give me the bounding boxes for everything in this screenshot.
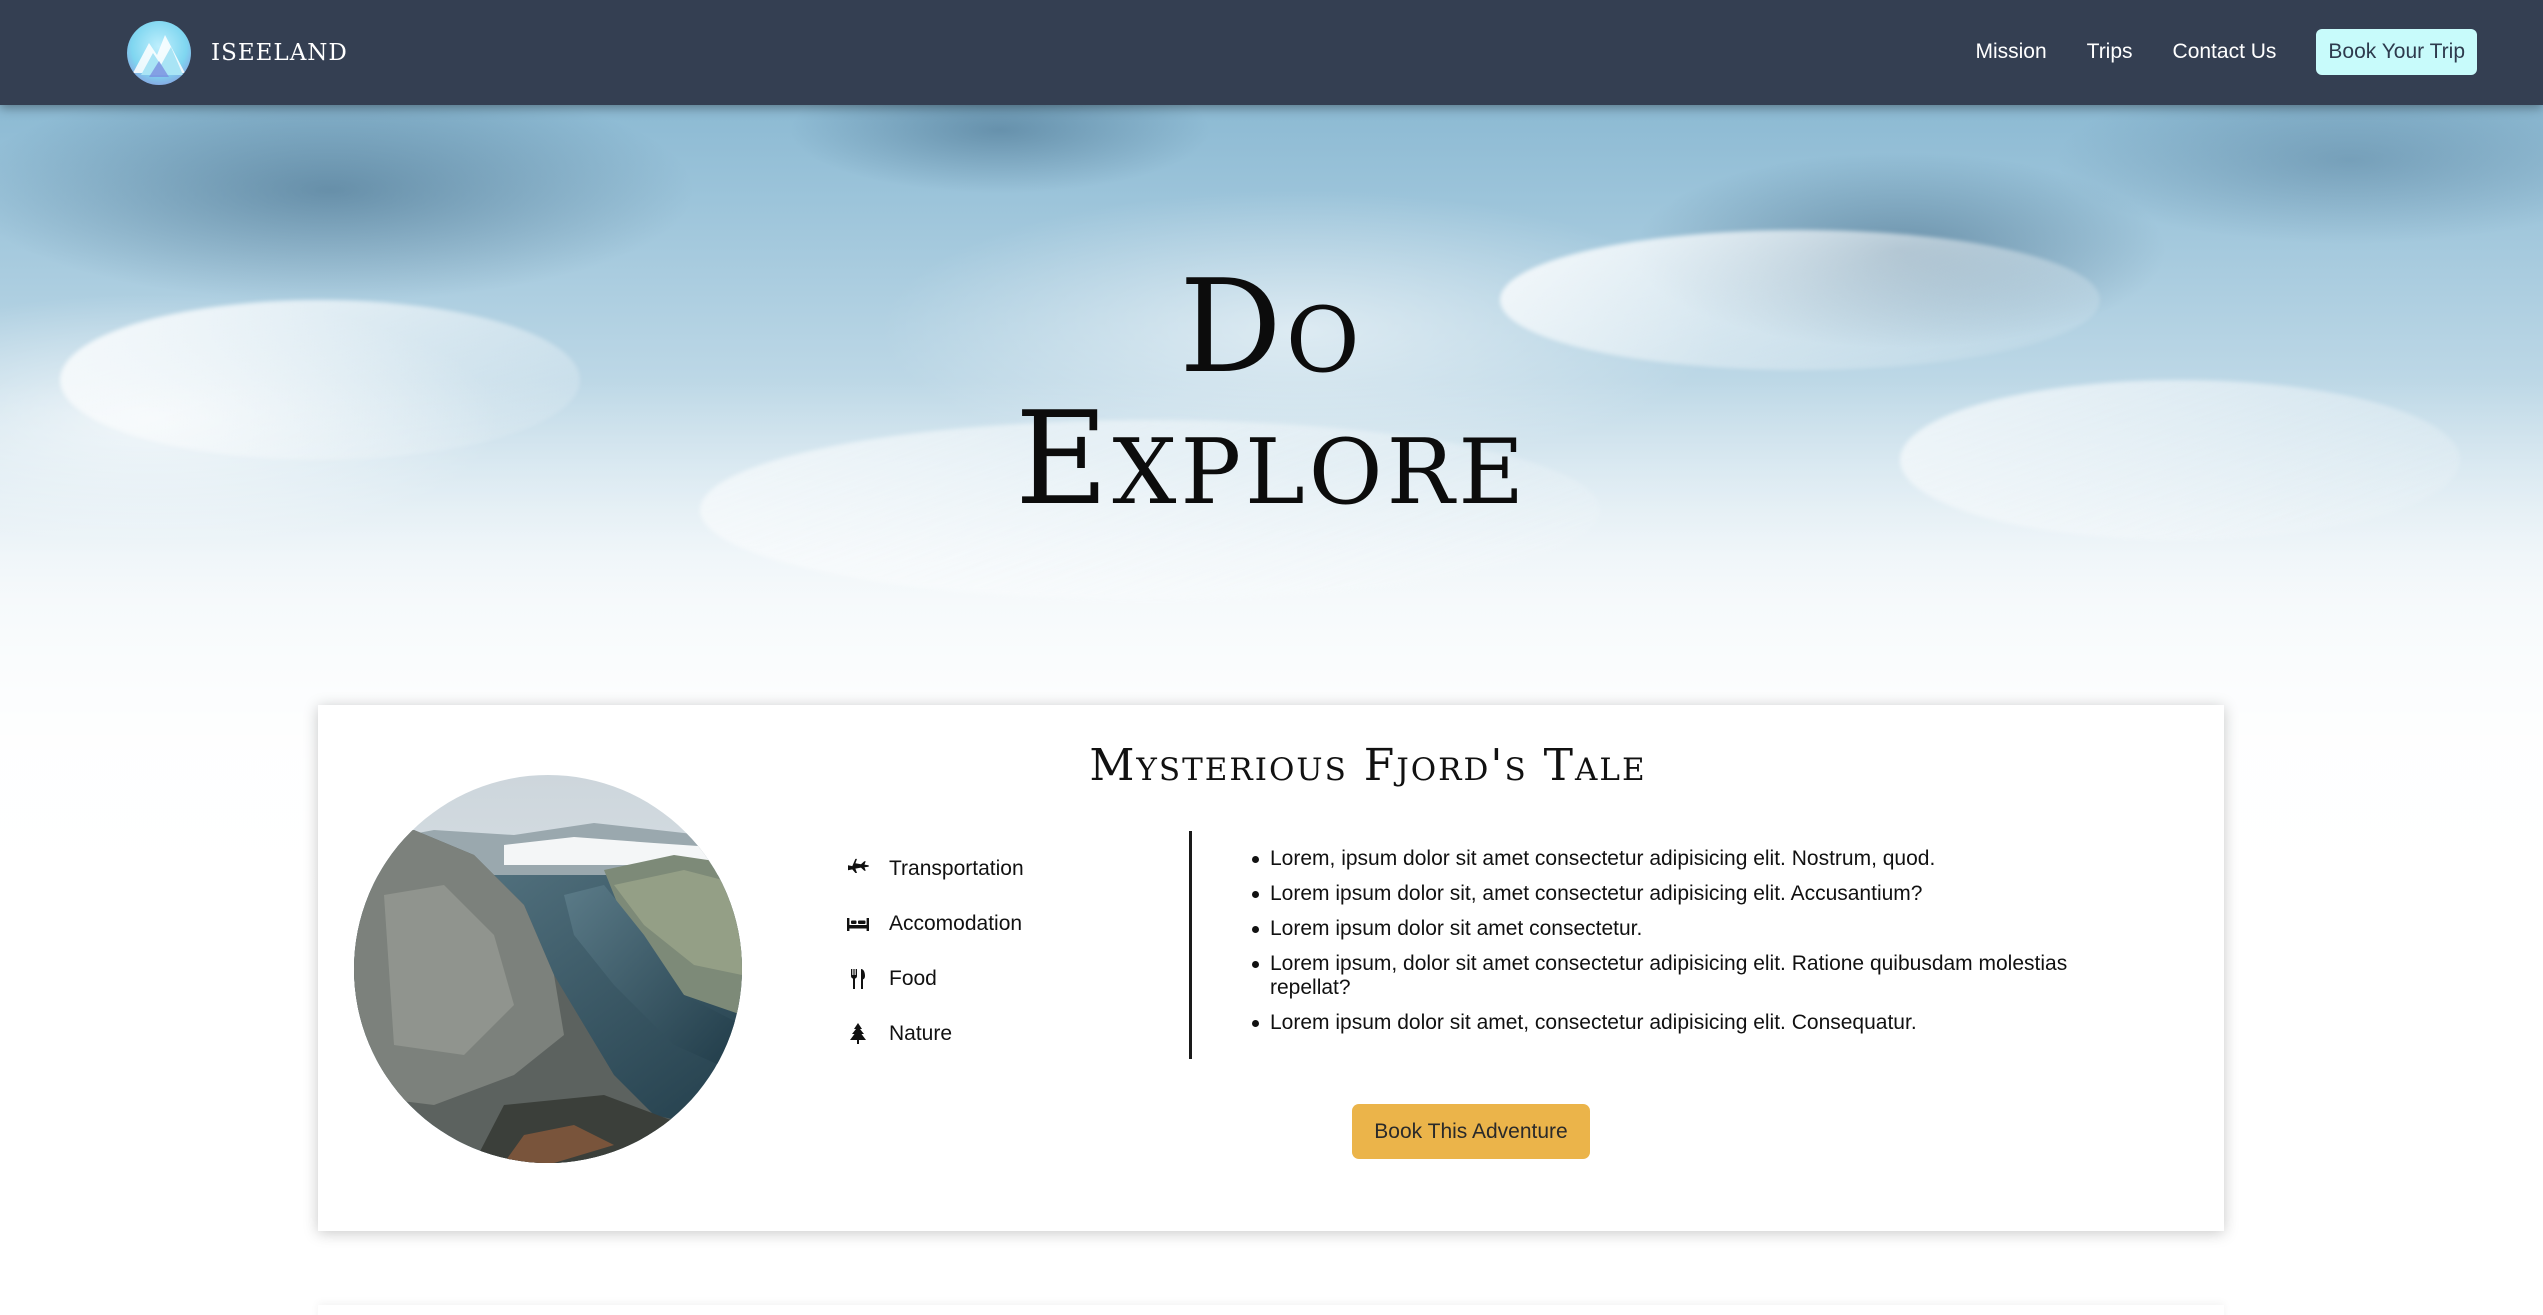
feature-item: Lorem, ipsum dolor sit amet consectetur … [1252,847,2132,871]
hero-title-line-2: Explore [1014,385,1529,534]
nav-links: Mission Trips Contact Us Book Your Trip [1935,29,2477,75]
book-your-trip-button[interactable]: Book Your Trip [2316,29,2477,75]
amenity-label: Nature [889,1021,953,1045]
card-title: Mysterious Fjord's Tale [1089,740,1647,791]
book-this-adventure-button[interactable]: Book This Adventure [1352,1104,1590,1159]
bed-icon [845,911,871,937]
hero-title: Do Explore [0,262,2543,526]
next-card-edge [318,1305,2224,1315]
amenity-label: Food [889,966,937,990]
nav-link-mission[interactable]: Mission [1975,40,2046,64]
tree-icon [845,1021,871,1047]
trip-card: Mysterious Fjord's Tale Transportation A… [318,705,2224,1231]
brand[interactable]: ISEELAND [127,21,348,85]
fork-knife-icon [845,966,871,992]
feature-item: Lorem ipsum dolor sit amet, consectetur … [1252,1011,2132,1035]
amenity-item: Transportation [845,841,1024,896]
nav-link-trips[interactable]: Trips [2087,40,2133,64]
feature-item: Lorem ipsum dolor sit, amet consectetur … [1252,882,2132,906]
nav-link-contact-us[interactable]: Contact Us [2173,40,2277,64]
amenity-label: Transportation [889,856,1024,880]
amenity-item: Nature [845,1006,1024,1061]
features-list: Lorem, ipsum dolor sit amet consectetur … [1252,847,2132,1046]
feature-item: Lorem ipsum, dolor sit amet consectetur … [1252,952,2132,1000]
top-navbar: ISEELAND Mission Trips Contact Us Book Y… [0,0,2543,105]
brand-name: ISEELAND [211,40,348,66]
amenity-label: Accomodation [889,911,1023,935]
airplane-icon [845,856,871,882]
fjord-photo [354,775,742,1163]
amenity-item: Food [845,951,1024,1006]
amenity-item: Accomodation [845,896,1024,951]
mountain-logo-icon [127,21,191,85]
feature-item: Lorem ipsum dolor sit amet consectetur. [1252,917,2132,941]
amenities-list: Transportation Accomodation Food Nature [845,841,1024,1061]
vertical-divider [1189,831,1192,1059]
hero-title-line-1: Do [1179,253,1364,402]
